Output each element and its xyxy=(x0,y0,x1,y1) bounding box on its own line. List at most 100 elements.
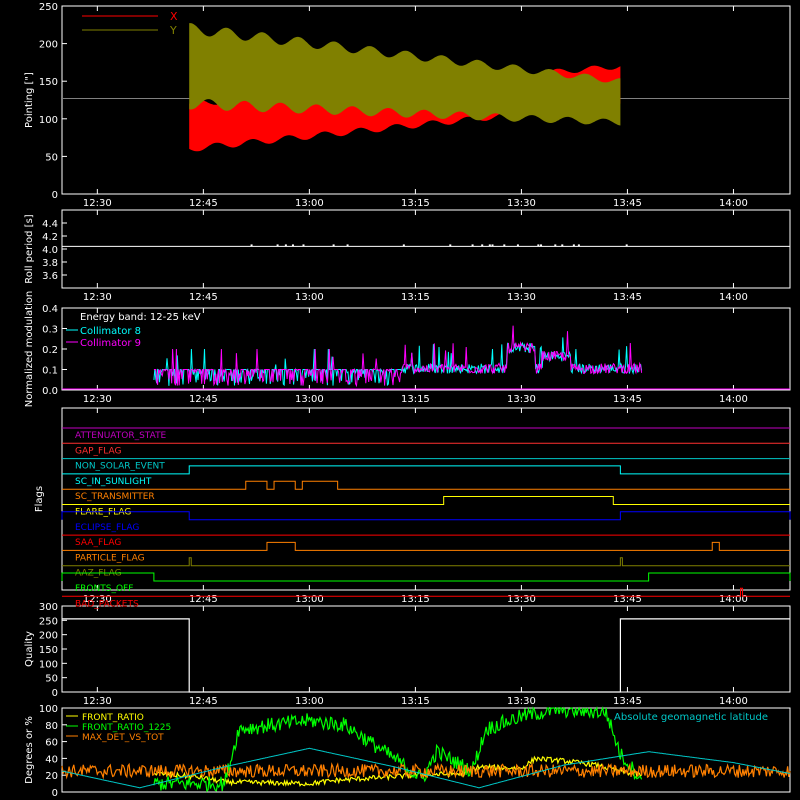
time-tick-label: 13:00 xyxy=(295,198,324,209)
y-tick-label: 4.2 xyxy=(42,232,58,243)
time-tick-label: 13:30 xyxy=(507,696,536,707)
y-tick-label: 0.3 xyxy=(42,325,58,336)
y-tick-label: 250 xyxy=(39,616,58,627)
legend-label: X xyxy=(170,10,178,23)
panel-frame xyxy=(61,407,791,591)
roll-period-blip xyxy=(276,244,279,247)
y-tick-label: 20 xyxy=(45,771,58,782)
legend-label: Y xyxy=(169,24,177,37)
roll-period-blip xyxy=(488,244,491,247)
time-tick-label: 13:15 xyxy=(401,696,430,707)
y-tick-label: 100 xyxy=(39,115,58,126)
flag-label: BAD_PACKETS xyxy=(75,599,139,609)
flag-row: NON_SOLAR_EVENT xyxy=(62,458,790,472)
y-axis-label: Flags xyxy=(34,486,45,512)
y-tick-label: 50 xyxy=(45,152,58,163)
y-axis: 0 50 100 150 200 250 Pointing ["] xyxy=(24,2,67,201)
time-tick-label: 12:45 xyxy=(189,394,218,405)
y-axis-label: Quality xyxy=(24,631,35,667)
y-axis-label: Roll period [s] xyxy=(24,214,35,283)
flag-label: FLARE_FLAG xyxy=(75,508,131,518)
roll-period-blip xyxy=(561,244,564,247)
roll-period-blip xyxy=(537,244,540,247)
time-tick-label: 12:45 xyxy=(189,696,218,707)
rhessi-qlook-chart: 12:30 12:45 13:00 13:15 13:30 13:45 14:00 12:30… xyxy=(24,2,791,799)
legend-label: FRONT_RATIO_1225 xyxy=(82,723,171,733)
time-tick-label: 13:30 xyxy=(507,198,536,209)
y-axis-label: Pointing ["] xyxy=(24,72,35,128)
flag-label: NON_SOLAR_EVENT xyxy=(75,462,165,472)
time-tick-label: 12:30 xyxy=(83,292,112,303)
energy-band-annotation: Energy band: 12-25 keV xyxy=(80,312,201,323)
legend-label: Collimator 9 xyxy=(80,338,141,349)
flag-label: FRONTS_OFF xyxy=(75,584,133,594)
time-tick-label: 12:30 xyxy=(83,394,112,405)
y-tick-label: 0.2 xyxy=(42,345,58,356)
y-axis-label: Degrees or % xyxy=(24,716,35,784)
roll-period-blip xyxy=(291,244,294,247)
time-tick-label: 13:00 xyxy=(295,394,324,405)
time-tick-label: 14:00 xyxy=(719,292,748,303)
time-tick-label: 13:45 xyxy=(613,594,642,605)
flag-row: AAZ_FLAG xyxy=(62,557,790,579)
y-tick-label: 150 xyxy=(39,77,58,88)
y-tick-label: 3.8 xyxy=(42,258,58,269)
flag-label: GAP_FLAG xyxy=(75,446,121,456)
y-axis-label: Normalized modulation xyxy=(24,291,35,408)
roll-period-blip xyxy=(625,244,628,247)
roll-period-blip xyxy=(516,244,519,247)
roll-period-blip xyxy=(284,244,287,247)
flag-row: SC_TRANSMITTER xyxy=(62,480,790,502)
flag-line xyxy=(62,496,790,505)
time-tick-label: 13:15 xyxy=(401,198,430,209)
time-tick-label: 14:00 xyxy=(719,394,748,405)
roll-period-blip xyxy=(471,244,474,247)
flag-label: SC_IN_SUNLIGHT xyxy=(75,477,152,487)
y-tick-label: 0.4 xyxy=(42,304,58,315)
series-quality xyxy=(62,618,790,693)
time-tick-label: 13:45 xyxy=(613,696,642,707)
roll-period-blip xyxy=(481,244,484,247)
time-tick-label: 13:15 xyxy=(401,394,430,405)
time-tick-label: 13:30 xyxy=(507,292,536,303)
y-tick-label: 0.1 xyxy=(42,366,58,377)
flag-row: FRONTS_OFF xyxy=(61,572,791,594)
time-tick-label: 13:00 xyxy=(295,292,324,303)
series-max-det-vs-tot xyxy=(61,762,791,780)
y-tick-label: 0 xyxy=(52,688,58,699)
y-tick-label: 4.4 xyxy=(42,219,58,230)
y-tick-label: 300 xyxy=(39,602,58,613)
legend-label: MAX_DET_VS_TOT xyxy=(82,733,164,743)
y-tick-label: 40 xyxy=(45,754,58,765)
time-tick-label: 12:45 xyxy=(189,198,218,209)
roll-period-blip xyxy=(572,244,575,247)
flag-line xyxy=(62,557,790,567)
flag-row: FLARE_FLAG xyxy=(62,496,790,518)
time-tick-label: 13:30 xyxy=(507,594,536,605)
time-tick-label: 13:45 xyxy=(613,394,642,405)
legend-label: Collimator 8 xyxy=(80,326,141,337)
flag-label: ATTENUATOR_STATE xyxy=(75,431,167,441)
time-tick-label: 13:15 xyxy=(401,292,430,303)
y-tick-label: 80 xyxy=(45,721,58,732)
time-tick-label: 14:00 xyxy=(719,696,748,707)
flag-line xyxy=(62,480,790,490)
roll-period-blip xyxy=(302,244,305,247)
y-tick-label: 150 xyxy=(39,645,58,656)
y-tick-label: 100 xyxy=(39,704,58,715)
flag-label: ECLIPSE_FLAG xyxy=(75,523,139,533)
flag-line xyxy=(61,511,791,521)
y-tick-label: 0 xyxy=(52,788,58,799)
roll-period-blip xyxy=(250,244,253,247)
time-tick-label: 12:45 xyxy=(189,594,218,605)
legend-label: Absolute geomagnetic latitude xyxy=(614,712,768,723)
time-tick-label: 12:45 xyxy=(189,292,218,303)
flag-line xyxy=(62,541,790,551)
flag-row: SAA_FLAG xyxy=(62,534,790,548)
roll-period-blip xyxy=(402,244,405,247)
time-tick-label: 14:00 xyxy=(719,594,748,605)
time-tick-label: 13:00 xyxy=(295,594,324,605)
y-axis: 0 20 40 60 80 100 Degrees or % xyxy=(24,704,67,799)
time-tick-label: 12:30 xyxy=(83,198,112,209)
time-tick-label: 13:15 xyxy=(401,594,430,605)
